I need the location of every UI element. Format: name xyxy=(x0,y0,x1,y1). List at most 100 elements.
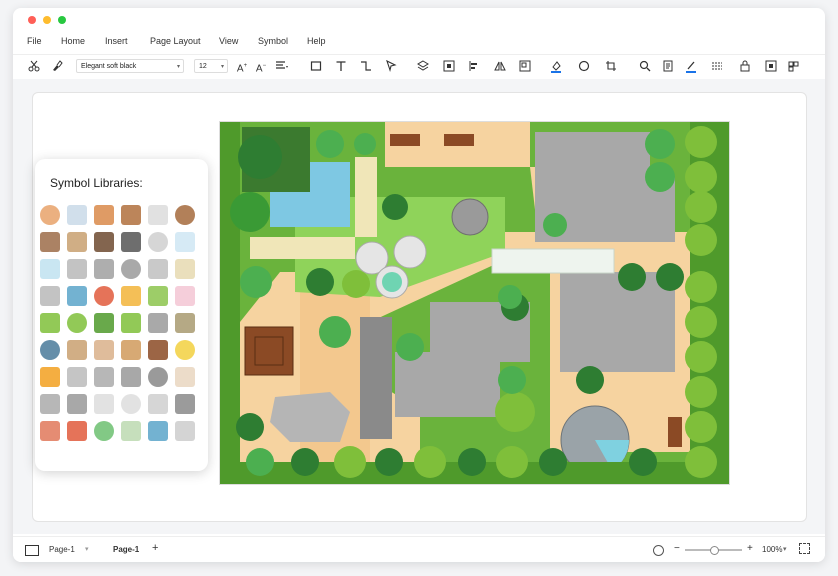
symbol-item[interactable] xyxy=(148,421,168,441)
zoom-out-button[interactable]: − xyxy=(674,543,680,554)
symbol-item[interactable] xyxy=(94,313,114,333)
fullscreen-icon[interactable] xyxy=(799,543,810,554)
symbol-item[interactable] xyxy=(40,205,60,225)
menu-help[interactable]: Help xyxy=(307,36,326,46)
fit-icon[interactable] xyxy=(763,58,779,74)
font-grow-icon[interactable]: A+ xyxy=(234,58,250,74)
zoom-slider[interactable] xyxy=(685,546,742,555)
lock-icon[interactable] xyxy=(737,58,753,74)
layers-icon[interactable] xyxy=(415,58,431,74)
symbol-item[interactable] xyxy=(94,367,114,387)
line-style-icon[interactable] xyxy=(710,58,726,74)
symbol-item[interactable] xyxy=(40,286,60,306)
shape-style-icon[interactable] xyxy=(576,58,592,74)
symbol-item[interactable] xyxy=(175,313,195,333)
font-shrink-icon[interactable]: A− xyxy=(253,58,269,74)
symbol-item[interactable] xyxy=(175,394,195,414)
symbol-item[interactable] xyxy=(121,259,141,279)
symbol-item[interactable] xyxy=(175,340,195,360)
symbol-item[interactable] xyxy=(40,340,60,360)
align-icon[interactable] xyxy=(274,58,290,74)
symbol-item[interactable] xyxy=(40,259,60,279)
group-icon[interactable] xyxy=(441,58,457,74)
symbol-item[interactable] xyxy=(67,232,87,252)
symbol-item[interactable] xyxy=(148,367,168,387)
symbol-item[interactable] xyxy=(121,340,141,360)
menu-home[interactable]: Home xyxy=(61,36,85,46)
symbol-item[interactable] xyxy=(94,421,114,441)
symbol-item[interactable] xyxy=(148,205,168,225)
line-color-icon[interactable] xyxy=(684,58,700,74)
symbol-item[interactable] xyxy=(40,313,60,333)
symbol-item[interactable] xyxy=(40,367,60,387)
connector-icon[interactable] xyxy=(358,58,374,74)
chevron-down-icon[interactable]: ▾ xyxy=(783,545,787,553)
symbol-item[interactable] xyxy=(175,421,195,441)
symbol-item[interactable] xyxy=(148,340,168,360)
symbol-item[interactable] xyxy=(94,232,114,252)
symbol-item[interactable] xyxy=(121,232,141,252)
symbol-item[interactable] xyxy=(121,205,141,225)
symbol-item[interactable] xyxy=(121,394,141,414)
crop-icon[interactable] xyxy=(603,58,619,74)
menu-view[interactable]: View xyxy=(219,36,238,46)
symbol-item[interactable] xyxy=(121,367,141,387)
symbol-item[interactable] xyxy=(148,232,168,252)
symbol-item[interactable] xyxy=(40,232,60,252)
add-page-button[interactable]: + xyxy=(152,542,158,554)
search-icon[interactable] xyxy=(637,58,653,74)
close-window-button[interactable] xyxy=(28,16,36,24)
symbol-item[interactable] xyxy=(121,286,141,306)
symbol-item[interactable] xyxy=(67,313,87,333)
symbol-item[interactable] xyxy=(67,394,87,414)
menu-file[interactable]: File xyxy=(27,36,42,46)
chevron-down-icon[interactable]: ▾ xyxy=(85,545,89,553)
symbol-item[interactable] xyxy=(94,340,114,360)
symbol-item[interactable] xyxy=(148,286,168,306)
symbol-item[interactable] xyxy=(67,205,87,225)
symbol-item[interactable] xyxy=(67,340,87,360)
zoom-in-button[interactable]: + xyxy=(747,543,753,554)
page-selector[interactable]: Page-1 xyxy=(49,545,75,554)
symbol-item[interactable] xyxy=(67,259,87,279)
zoom-slider-thumb[interactable] xyxy=(709,546,719,555)
menu-page-layout[interactable]: Page Layout xyxy=(150,36,201,46)
more-icon[interactable] xyxy=(787,58,803,74)
symbol-item[interactable] xyxy=(67,367,87,387)
frame-icon[interactable] xyxy=(517,58,533,74)
page-view-icon[interactable] xyxy=(25,545,39,556)
align-left-icon[interactable] xyxy=(466,58,482,74)
symbol-item[interactable] xyxy=(148,394,168,414)
play-icon[interactable] xyxy=(653,545,664,556)
menu-insert[interactable]: Insert xyxy=(105,36,128,46)
symbol-item[interactable] xyxy=(94,259,114,279)
symbol-item[interactable] xyxy=(121,313,141,333)
symbol-item[interactable] xyxy=(121,421,141,441)
pointer-icon[interactable] xyxy=(383,58,399,74)
symbol-item[interactable] xyxy=(94,394,114,414)
symbol-item[interactable] xyxy=(175,259,195,279)
fill-color-icon[interactable] xyxy=(549,58,565,74)
maximize-window-button[interactable] xyxy=(58,16,66,24)
flip-icon[interactable] xyxy=(492,58,508,74)
format-painter-icon[interactable] xyxy=(49,58,65,74)
symbol-item[interactable] xyxy=(94,205,114,225)
symbol-item[interactable] xyxy=(175,205,195,225)
active-page-tab[interactable]: Page-1 xyxy=(113,545,139,554)
symbol-item[interactable] xyxy=(67,286,87,306)
symbol-item[interactable] xyxy=(175,286,195,306)
symbol-item[interactable] xyxy=(67,421,87,441)
symbol-item[interactable] xyxy=(175,367,195,387)
rectangle-icon[interactable] xyxy=(308,58,324,74)
minimize-window-button[interactable] xyxy=(43,16,51,24)
symbol-item[interactable] xyxy=(40,421,60,441)
font-family-select[interactable]: Elegant soft black ▾ xyxy=(76,59,184,73)
symbol-item[interactable] xyxy=(175,232,195,252)
font-size-select[interactable]: 12 ▾ xyxy=(194,59,228,73)
scissors-icon[interactable] xyxy=(26,58,42,74)
menu-symbol[interactable]: Symbol xyxy=(258,36,288,46)
symbol-item[interactable] xyxy=(40,394,60,414)
text-icon[interactable] xyxy=(333,58,349,74)
symbol-item[interactable] xyxy=(148,313,168,333)
garden-plan-drawing[interactable] xyxy=(219,121,730,485)
